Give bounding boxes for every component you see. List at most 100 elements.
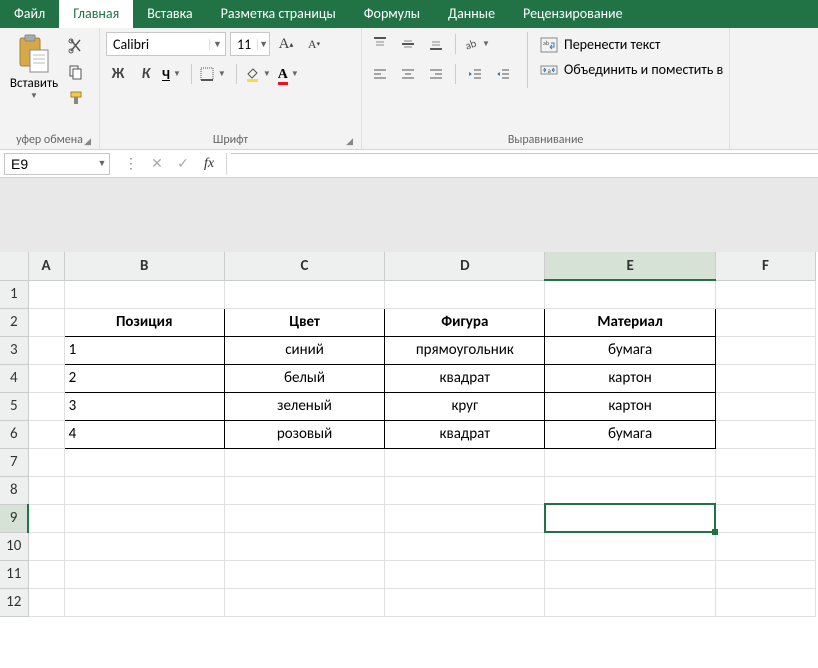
merge-center-button[interactable]: a Объединить и поместить в	[540, 61, 723, 78]
cell-A10[interactable]	[28, 532, 64, 560]
cell-E5[interactable]: картон	[545, 392, 715, 420]
cell-E11[interactable]	[545, 560, 715, 588]
cell-A8[interactable]	[28, 476, 64, 504]
row-header-9[interactable]: 9	[0, 504, 28, 532]
increase-font-icon[interactable]: A▴	[274, 32, 298, 56]
cell-C9[interactable]	[224, 504, 384, 532]
cell-D6[interactable]: квадрат	[385, 420, 545, 448]
cell-F9[interactable]	[715, 504, 815, 532]
chevron-down-icon[interactable]: ▼	[95, 158, 109, 169]
spreadsheet-grid[interactable]: ABCDEF 12ПозицияЦветФигураМатериал31сини…	[0, 252, 816, 617]
cell-C5[interactable]: зеленый	[224, 392, 384, 420]
row-header-3[interactable]: 3	[0, 336, 28, 364]
cell-F7[interactable]	[715, 448, 815, 476]
cell-F6[interactable]	[715, 420, 815, 448]
tab-file[interactable]: Файл	[0, 0, 59, 28]
cell-C8[interactable]	[224, 476, 384, 504]
tab-0[interactable]: Главная	[59, 0, 133, 28]
cell-F5[interactable]	[715, 392, 815, 420]
cell-F3[interactable]	[715, 336, 815, 364]
select-all-corner[interactable]	[0, 252, 28, 280]
col-header-E[interactable]: E	[545, 252, 715, 280]
row-header-7[interactable]: 7	[0, 448, 28, 476]
row-header-12[interactable]: 12	[0, 588, 28, 616]
cell-D8[interactable]	[385, 476, 545, 504]
font-name-combo[interactable]: Calibri ▼	[106, 32, 226, 56]
cell-B11[interactable]	[64, 560, 224, 588]
paste-button[interactable]: Вставить ▼	[6, 32, 62, 101]
cell-E1[interactable]	[545, 280, 715, 308]
cell-D10[interactable]	[385, 532, 545, 560]
borders-button[interactable]: ▼	[199, 62, 229, 86]
cell-A7[interactable]	[28, 448, 64, 476]
cell-D9[interactable]	[385, 504, 545, 532]
cell-B3[interactable]: 1	[64, 336, 224, 364]
cell-F11[interactable]	[715, 560, 815, 588]
decrease-font-icon[interactable]: A▾	[302, 32, 326, 56]
enter-formula-icon[interactable]: ✓	[170, 153, 196, 175]
orientation-button[interactable]: ab▼	[463, 32, 493, 56]
cell-E10[interactable]	[545, 532, 715, 560]
cell-F12[interactable]	[715, 588, 815, 616]
cell-D11[interactable]	[385, 560, 545, 588]
cell-F4[interactable]	[715, 364, 815, 392]
cell-B1[interactable]	[64, 280, 224, 308]
cell-C7[interactable]	[224, 448, 384, 476]
row-header-10[interactable]: 10	[0, 532, 28, 560]
col-header-C[interactable]: C	[224, 252, 384, 280]
row-header-1[interactable]: 1	[0, 280, 28, 308]
cell-F10[interactable]	[715, 532, 815, 560]
cell-D7[interactable]	[385, 448, 545, 476]
font-size-combo[interactable]: 11 ▼	[230, 32, 270, 56]
cell-A6[interactable]	[28, 420, 64, 448]
fill-color-button[interactable]: ▼	[244, 62, 274, 86]
col-header-B[interactable]: B	[64, 252, 224, 280]
cell-B4[interactable]: 2	[64, 364, 224, 392]
cell-E9[interactable]	[545, 504, 715, 532]
copy-icon[interactable]	[68, 64, 86, 82]
cell-F8[interactable]	[715, 476, 815, 504]
cell-A5[interactable]	[28, 392, 64, 420]
dialog-launcher-icon[interactable]: ◢	[84, 133, 91, 151]
cell-C10[interactable]	[224, 532, 384, 560]
cut-icon[interactable]	[68, 38, 86, 56]
cell-B6[interactable]: 4	[64, 420, 224, 448]
cell-A1[interactable]	[28, 280, 64, 308]
col-header-F[interactable]: F	[715, 252, 815, 280]
dialog-launcher-icon[interactable]: ◢	[346, 133, 353, 151]
cell-A11[interactable]	[28, 560, 64, 588]
underline-button[interactable]: Ч▼	[162, 62, 184, 86]
row-header-4[interactable]: 4	[0, 364, 28, 392]
tab-2[interactable]: Разметка страницы	[207, 0, 350, 28]
cell-D12[interactable]	[385, 588, 545, 616]
chevron-down-icon[interactable]: ▼	[257, 39, 269, 50]
cell-C2[interactable]: Цвет	[224, 308, 384, 336]
row-header-8[interactable]: 8	[0, 476, 28, 504]
chevron-down-icon[interactable]: ▼	[209, 39, 225, 50]
cell-C3[interactable]: синий	[224, 336, 384, 364]
align-center-icon[interactable]	[396, 62, 420, 86]
format-painter-icon[interactable]	[68, 90, 86, 108]
formula-input[interactable]	[231, 153, 818, 175]
cell-B7[interactable]	[64, 448, 224, 476]
cell-F2[interactable]	[715, 308, 815, 336]
cell-B12[interactable]	[64, 588, 224, 616]
row-header-6[interactable]: 6	[0, 420, 28, 448]
cell-B10[interactable]	[64, 532, 224, 560]
col-header-D[interactable]: D	[385, 252, 545, 280]
bold-button[interactable]: Ж	[106, 62, 130, 86]
row-header-2[interactable]: 2	[0, 308, 28, 336]
name-box-input[interactable]	[5, 156, 95, 172]
cell-D1[interactable]	[385, 280, 545, 308]
cell-D4[interactable]: квадрат	[385, 364, 545, 392]
row-header-11[interactable]: 11	[0, 560, 28, 588]
cell-A4[interactable]	[28, 364, 64, 392]
cell-C12[interactable]	[224, 588, 384, 616]
align-bottom-icon[interactable]	[424, 32, 448, 56]
cell-B5[interactable]: 3	[64, 392, 224, 420]
cell-A2[interactable]	[28, 308, 64, 336]
cell-B9[interactable]	[64, 504, 224, 532]
cell-E6[interactable]: бумага	[545, 420, 715, 448]
cell-D3[interactable]: прямоугольник	[385, 336, 545, 364]
tab-4[interactable]: Данные	[434, 0, 509, 28]
